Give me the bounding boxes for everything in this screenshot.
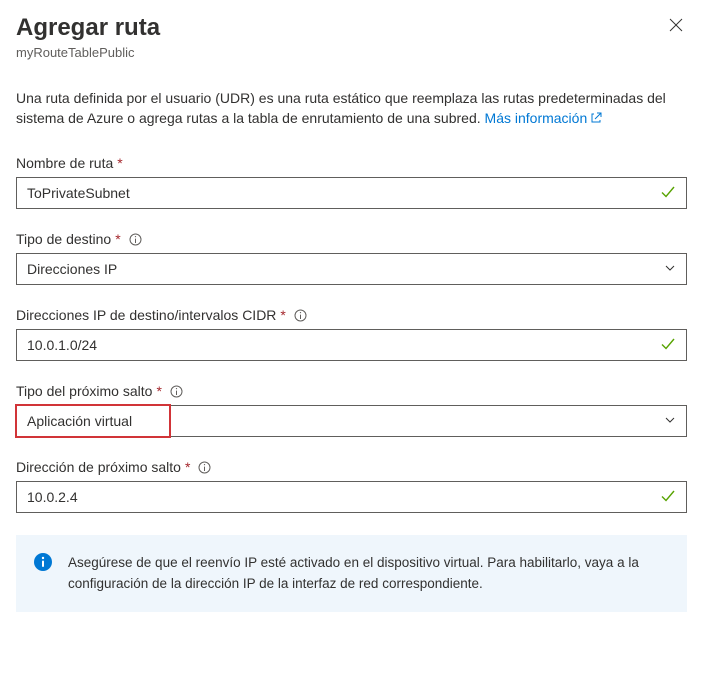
destination-cidr-label: Direcciones IP de destino/intervalos CID…	[16, 307, 276, 323]
info-icon	[34, 553, 52, 577]
route-name-label: Nombre de ruta	[16, 155, 113, 171]
info-message: Asegúrese de que el reenvío IP esté acti…	[16, 535, 687, 612]
learn-more-link[interactable]: Más información	[485, 110, 603, 126]
panel-header: Agregar ruta myRouteTablePublic	[16, 14, 687, 60]
check-icon	[660, 184, 676, 203]
required-asterisk: *	[280, 307, 285, 323]
required-asterisk: *	[156, 383, 161, 399]
route-name-input[interactable]	[16, 177, 687, 209]
route-name-value[interactable]	[27, 185, 660, 201]
field-destination-cidr: Direcciones IP de destino/intervalos CID…	[16, 307, 687, 361]
destination-cidr-input[interactable]	[16, 329, 687, 361]
required-asterisk: *	[117, 155, 122, 171]
destination-type-value: Direcciones IP	[27, 261, 664, 277]
info-icon[interactable]	[294, 309, 307, 322]
field-next-hop-address: Dirección de próximo salto *	[16, 459, 687, 513]
check-icon	[660, 336, 676, 355]
destination-cidr-value[interactable]	[27, 337, 660, 353]
info-message-text: Asegúrese de que el reenvío IP esté acti…	[68, 555, 639, 590]
chevron-down-icon	[664, 261, 676, 277]
description-text: Una ruta definida por el usuario (UDR) e…	[16, 88, 687, 130]
destination-type-label: Tipo de destino	[16, 231, 111, 247]
chevron-down-icon	[664, 413, 676, 429]
form: Nombre de ruta * Tipo de destino * Direc…	[16, 155, 687, 612]
next-hop-type-select[interactable]: Aplicación virtual	[16, 405, 687, 437]
learn-more-label: Más información	[485, 110, 588, 126]
field-route-name: Nombre de ruta *	[16, 155, 687, 209]
page-title: Agregar ruta	[16, 14, 160, 43]
destination-type-select[interactable]: Direcciones IP	[16, 253, 687, 285]
info-icon[interactable]	[129, 233, 142, 246]
required-asterisk: *	[115, 231, 120, 247]
close-icon	[669, 20, 683, 35]
next-hop-type-label: Tipo del próximo salto	[16, 383, 152, 399]
next-hop-address-input[interactable]	[16, 481, 687, 513]
info-icon[interactable]	[198, 461, 211, 474]
required-asterisk: *	[185, 459, 190, 475]
next-hop-type-value: Aplicación virtual	[27, 413, 664, 429]
page-subtitle: myRouteTablePublic	[16, 45, 160, 60]
field-destination-type: Tipo de destino * Direcciones IP	[16, 231, 687, 285]
external-link-icon	[590, 109, 602, 129]
check-icon	[660, 488, 676, 507]
close-button[interactable]	[665, 14, 687, 39]
next-hop-address-value[interactable]	[27, 489, 660, 505]
next-hop-address-label: Dirección de próximo salto	[16, 459, 181, 475]
info-icon[interactable]	[170, 385, 183, 398]
field-next-hop-type: Tipo del próximo salto * Aplicación virt…	[16, 383, 687, 437]
